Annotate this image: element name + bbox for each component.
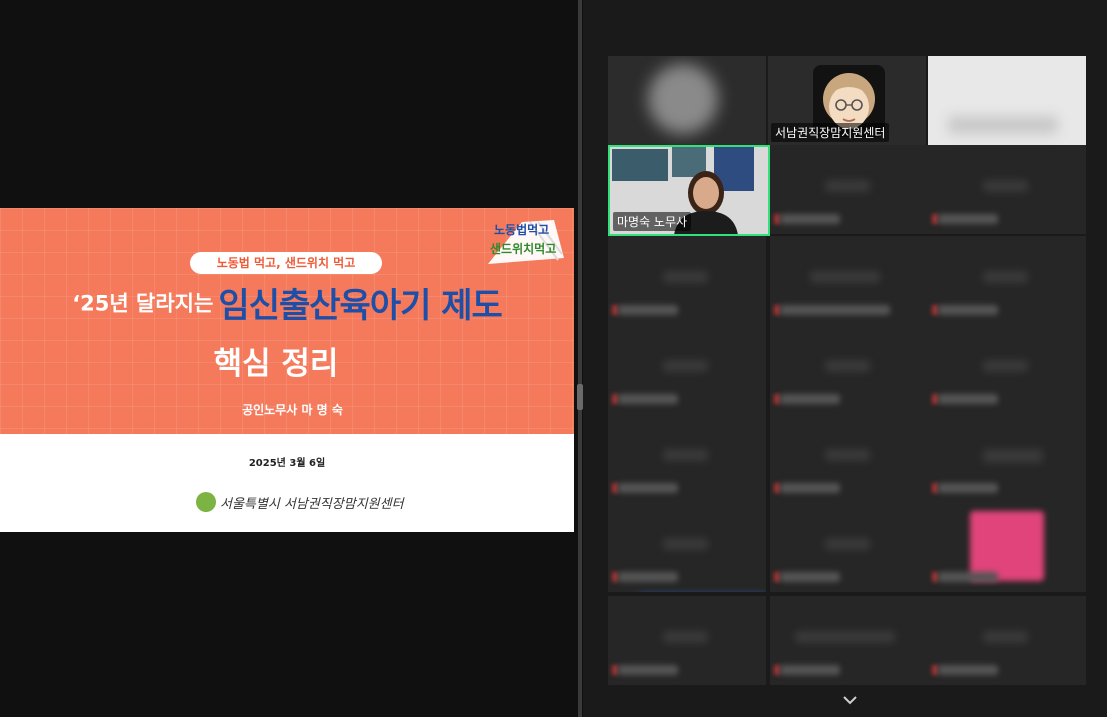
presentation-slide: 노동법 먹고, 샌드위치 먹고 노동법먹고 샌드위치먹고 ‘25년 달라지는 임… — [0, 208, 574, 532]
slide-title-highlight: 임신출산육아기 제도 — [218, 286, 502, 326]
participant-name: 마명숙 노무사 — [613, 212, 692, 231]
split-divider[interactable] — [578, 0, 582, 717]
slide-org-text: 서울특별시 서남권직장맘지원센터 — [220, 496, 404, 512]
participant-tile[interactable] — [928, 503, 1086, 592]
slide-org-logo: 서울특별시 서남권직장맘지원센터 — [196, 490, 404, 514]
participant-tile[interactable] — [928, 596, 1086, 685]
slide-footer-area: 2025년 3월 6일 서울특별시 서남권직장맘지원센터 — [0, 434, 574, 532]
slide-date: 2025년 3월 6일 — [248, 458, 326, 469]
badge-line1: 노동법먹고 — [494, 223, 550, 237]
participant-tile[interactable] — [928, 236, 1086, 325]
shared-screen-pane: 노동법 먹고, 샌드위치 먹고 노동법먹고 샌드위치먹고 ‘25년 달라지는 임… — [0, 0, 577, 717]
slide-header-area: 노동법 먹고, 샌드위치 먹고 노동법먹고 샌드위치먹고 ‘25년 달라지는 임… — [0, 208, 574, 434]
background-poster — [612, 149, 668, 181]
participant-tile[interactable] — [928, 56, 1086, 145]
participant-tile[interactable] — [608, 414, 766, 503]
participant-tile[interactable] — [608, 56, 766, 145]
active-speaker-tile[interactable]: 마명숙 노무사 — [608, 145, 770, 236]
seoul-logo-icon — [196, 492, 216, 512]
slide-title-prefix: ‘25년 달라지는 — [72, 291, 214, 316]
participant-name: 서남권직장맘지원센터 — [771, 123, 890, 142]
chevron-down-icon[interactable] — [840, 692, 860, 708]
participant-tile[interactable] — [770, 145, 928, 234]
participant-tile[interactable] — [608, 325, 766, 414]
slide-title-line2: 핵심 정리 — [213, 346, 339, 382]
participant-tile[interactable] — [770, 503, 928, 592]
series-logo-badge: 노동법먹고 샌드위치먹고 — [482, 218, 566, 268]
participant-tile[interactable] — [928, 145, 1086, 234]
participant-tile[interactable] — [928, 414, 1086, 503]
participant-tile[interactable] — [770, 236, 928, 325]
participant-tile[interactable] — [608, 236, 766, 325]
slide-presenter: 공인노무사 마 명 숙 — [242, 403, 343, 417]
participant-tile[interactable] — [608, 596, 766, 685]
slide-title-line1: ‘25년 달라지는 임신출산육아기 제도 — [0, 278, 574, 327]
participant-tile[interactable] — [770, 596, 928, 685]
participant-tile-center[interactable]: 서남권직장맘지원센터 — [768, 56, 926, 145]
slide-series-pill: 노동법 먹고, 샌드위치 먹고 — [190, 252, 382, 274]
participant-tile[interactable] — [770, 414, 928, 503]
badge-line2: 샌드위치먹고 — [490, 242, 557, 256]
participant-tile[interactable] — [608, 503, 766, 592]
participant-tile[interactable] — [770, 325, 928, 414]
participant-tile[interactable] — [928, 325, 1086, 414]
participant-gallery: 서남권직장맘지원센터 마명숙 노무사 — [583, 0, 1107, 717]
